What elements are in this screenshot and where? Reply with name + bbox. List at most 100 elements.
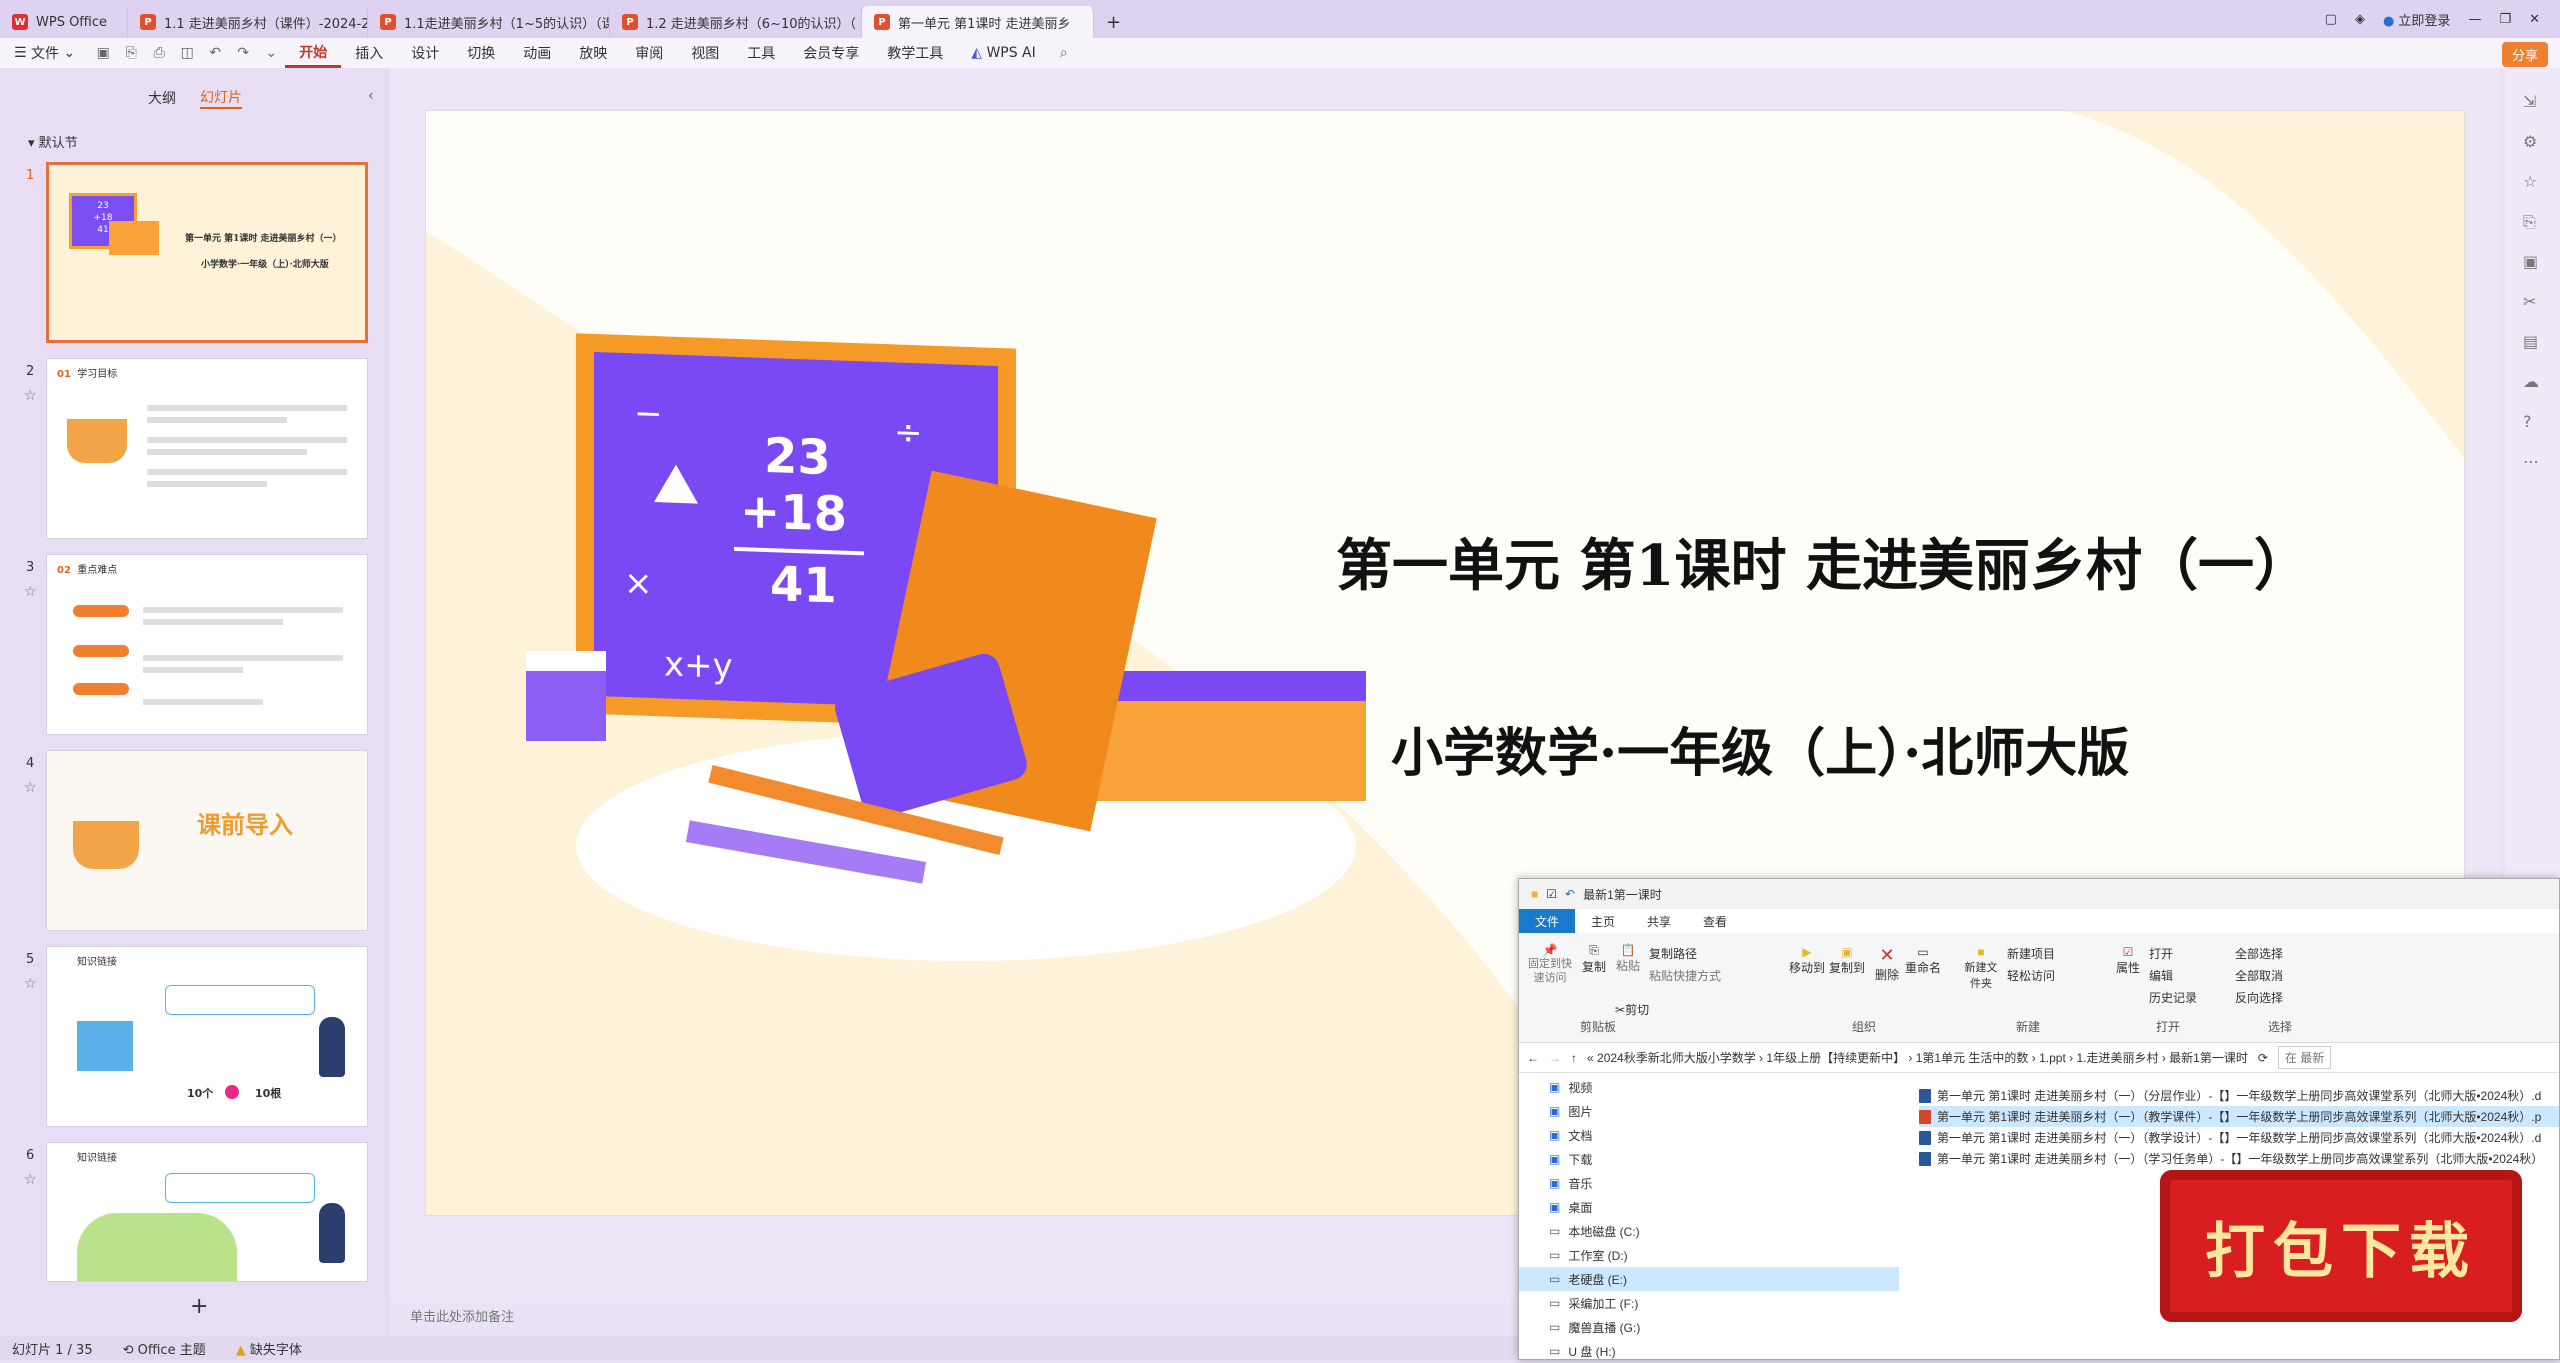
nav-item[interactable]: ▭ 工作室 (D:) [1519,1243,1899,1267]
nav-item[interactable]: ▣ 视频 [1519,1075,1899,1099]
select-all-button[interactable]: 全部选择 [2235,945,2283,962]
tools-icon[interactable]: ✂ [2523,292,2536,311]
slide-thumbnail[interactable]: 01 学习目标 [46,358,368,539]
new-tab-button[interactable]: + [1094,6,1133,38]
restore-icon[interactable]: ❐ [2499,12,2511,27]
properties-button[interactable]: ☑ 属性 [2113,945,2143,976]
share-button[interactable]: 分享 [2501,42,2548,67]
ribbon-tab-share[interactable]: 共享 [1631,909,1687,933]
cloud-icon[interactable]: ☁ [2523,372,2539,391]
star-icon[interactable]: ☆ [24,1172,37,1188]
notes-field[interactable]: 单击此处添加备注 [410,1306,514,1325]
menu-slideshow[interactable]: 放映 [565,38,621,68]
cut-button[interactable]: ✂剪切 [1615,1001,1649,1018]
menu-design[interactable]: 设计 [397,38,453,68]
move-to-button[interactable]: ▶ 移动到 [1789,945,1825,976]
nav-item[interactable]: ▣ 音乐 [1519,1171,1899,1195]
slide-thumbnail[interactable]: 知识链接 10个 10根 [46,946,368,1127]
menu-transition[interactable]: 切换 [453,38,509,68]
missing-font-indicator[interactable]: ▲ 缺失字体 [236,1339,302,1358]
expand-icon[interactable]: ⇲ [2523,92,2536,111]
slide-thumbnail[interactable]: 23 +18 41 第一单元 第1课时 走进美丽乡村（一） 小学数学·一年级（上）·… [46,162,368,343]
help-icon[interactable]: ? [2523,412,2532,431]
login-button[interactable]: ● 立即登录 [2383,10,2451,29]
menu-view[interactable]: 视图 [677,38,733,68]
invert-selection-button[interactable]: 反向选择 [2235,989,2283,1006]
tab-document[interactable]: P 1.2 走进美丽乡村（6~10的认识）（ [610,6,862,38]
rename-button[interactable]: ▭ 重命名 [1905,945,1941,976]
search-icon[interactable]: ⌕ [1050,45,1078,61]
menu-tools[interactable]: 工具 [733,38,789,68]
menu-home[interactable]: 开始 [285,38,342,68]
delete-button[interactable]: ✕ 删除 [1873,945,1901,983]
slide-thumbnail[interactable]: 课前导入 [46,750,368,931]
copy-button[interactable]: ⎘ 复制 [1579,943,1609,975]
nav-item[interactable]: ▣ 文档 [1519,1123,1899,1147]
undo-icon[interactable]: ↶ [201,45,229,61]
image-icon[interactable]: ▣ [2523,252,2538,271]
settings-icon[interactable]: ⚙ [2523,132,2537,151]
paste-shortcut-button[interactable]: 粘贴快捷方式 [1649,967,1721,984]
ribbon-tab-view[interactable]: 查看 [1687,909,1743,933]
menu-teaching-tools[interactable]: 教学工具 [873,38,957,68]
forward-icon[interactable]: → [1549,1051,1561,1065]
nav-item[interactable]: ▭ 魔兽直播 (G:) [1519,1315,1899,1339]
menu-animation[interactable]: 动画 [509,38,565,68]
history-button[interactable]: 历史记录 [2149,989,2197,1006]
file-item[interactable]: 第一单元 第1课时 走进美丽乡村（一）（教学设计）-【】一年级数学上册同步高效课… [1919,1127,2559,1148]
back-icon[interactable]: ← [1527,1051,1539,1065]
print-icon[interactable]: ⎙ [145,45,173,61]
copy-path-button[interactable]: 复制路径 [1649,945,1697,962]
slide-title[interactable]: 第一单元 第1课时 走进美丽乡村（一） [1336,521,2310,602]
slide-thumb-row[interactable]: 2 ☆ 01 学习目标 [0,358,380,542]
tab-document[interactable]: P 1.1走进美丽乡村（1~5的认识）（课 [368,6,610,38]
ribbon-tab-home[interactable]: 主页 [1575,909,1631,933]
more-icon[interactable]: ⋯ [2523,452,2539,471]
file-item[interactable]: 第一单元 第1课时 走进美丽乡村（一）（教学课件）-【】一年级数学上册同步高效课… [1919,1106,2559,1127]
slide-thumbnail[interactable]: 知识链接 [46,1142,368,1282]
nav-item[interactable]: ▣ 下载 [1519,1147,1899,1171]
book-icon[interactable]: ▤ [2523,332,2538,351]
pin-button[interactable]: 📌 固定到快速访问 [1527,943,1573,985]
easy-access-button[interactable]: 轻松访问 [2007,967,2055,984]
layout-icon[interactable]: ▢ [2325,12,2337,27]
nav-item[interactable]: ▭ 老硬盘 (E:) [1519,1267,1899,1291]
theme-indicator[interactable]: ⟲ Office 主题 [123,1339,206,1358]
copy-to-button[interactable]: ▣ 复制到 [1829,945,1865,976]
slide-thumb-row[interactable]: 1 23 +18 41 第一单元 第1课时 走进美丽乡村（一） 小学数学·一年级（上… [0,162,380,346]
ribbon-tab-file[interactable]: 文件 [1519,909,1576,933]
new-item-button[interactable]: 新建项目 [2007,945,2055,962]
select-none-button[interactable]: 全部取消 [2235,967,2283,984]
tab-slides[interactable]: 幻灯片 [200,87,242,109]
tab-outline[interactable]: 大纲 [148,88,176,108]
file-item[interactable]: 第一单元 第1课时 走进美丽乡村（一）（学习任务单）-【】一年级数学上册同步高效… [1919,1148,2559,1169]
slide-subtitle[interactable]: 小学数学·一年级（上）·北师大版 [1391,711,2129,786]
redo-icon[interactable]: ↷ [229,45,257,61]
menu-insert[interactable]: 插入 [341,38,397,68]
minimize-icon[interactable]: — [2468,12,2481,27]
menu-wps-ai[interactable]: ◭ WPS AI [957,38,1050,68]
file-item[interactable]: 第一单元 第1课时 走进美丽乡村（一）（分层作业）-【】一年级数学上册同步高效课… [1919,1085,2559,1106]
section-label[interactable]: ▾ 默认节 [28,132,78,151]
check-icon[interactable]: ☑ [1546,887,1557,901]
edit-button[interactable]: 编辑 [2149,967,2173,984]
slide-thumb-row[interactable]: 5 ☆ 知识链接 10个 10根 [0,946,380,1130]
nav-item[interactable]: ▣ 桌面 [1519,1195,1899,1219]
star-icon[interactable]: ☆ [24,584,37,600]
open-button[interactable]: 打开 [2149,945,2173,962]
tab-document[interactable]: P 1.1 走进美丽乡村（课件）-2024-202 [128,6,368,38]
nav-item[interactable]: ▭ U 盘 (H:) [1519,1339,1899,1363]
address-bar[interactable]: ← → ↑ « 2024秋季新北师大版小学数学 › 1年级上册【持续更新中】 ›… [1519,1043,2559,1073]
paste-button[interactable]: 📋 粘贴 [1613,943,1643,974]
more-icon[interactable]: ⌄ [257,45,285,61]
copy-icon[interactable]: ⎘ [2523,212,2536,232]
undo-icon[interactable]: ↶ [1565,887,1575,901]
star-icon[interactable]: ☆ [2523,172,2537,191]
close-icon[interactable]: ✕ [2529,12,2540,27]
menu-member[interactable]: 会员专享 [789,38,873,68]
slide-thumb-row[interactable]: 3 ☆ 02 重点难点 [0,554,380,738]
add-slide-button[interactable]: + [190,1294,208,1319]
nav-item[interactable]: ▣ 图片 [1519,1099,1899,1123]
star-icon[interactable]: ☆ [24,388,37,404]
new-folder-button[interactable]: ■ 新建文件夹 [1963,945,1999,991]
